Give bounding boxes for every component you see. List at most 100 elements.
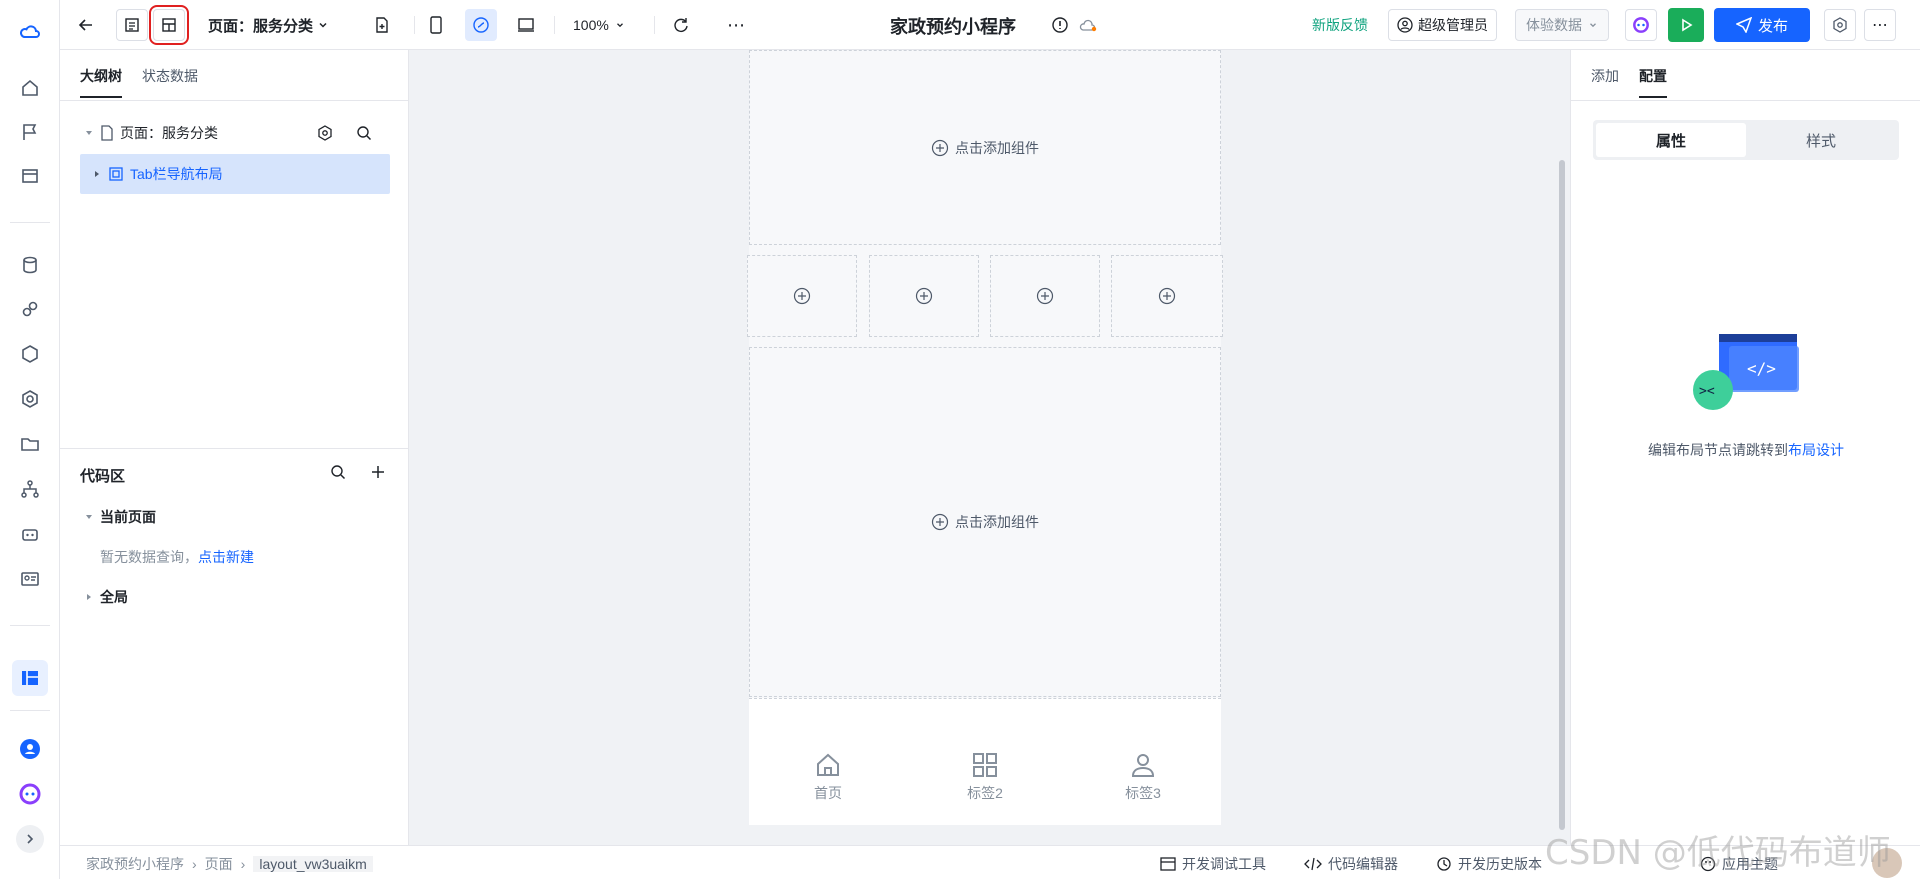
tree-node-label: Tab栏导航布局 (130, 166, 223, 182)
empty-query-text: 暂无数据查询， (100, 549, 198, 565)
config-panel: 添加 配置 属性 样式 </> >< 编辑布局节点请跳转到布局设计 (1570, 50, 1920, 879)
role-label: 超级管理员 (1418, 17, 1488, 33)
panel-divider (60, 448, 408, 449)
history-button[interactable]: 开发历史版本 (1436, 854, 1542, 874)
csdn-watermark: CSDN @低代码布道师 (1545, 833, 1891, 873)
dev-tools-button[interactable]: 开发调试工具 (1160, 854, 1266, 874)
property-style-switch: 属性 样式 (1593, 120, 1899, 160)
folder-search-icon[interactable] (16, 430, 44, 458)
layout-design-icon[interactable] (12, 660, 48, 696)
breadcrumb-separator-icon: › (240, 856, 246, 872)
caret-down-icon[interactable] (84, 128, 94, 138)
desktop-view-icon[interactable] (510, 9, 542, 41)
feedback-link[interactable]: 新版反馈 (1312, 9, 1368, 41)
history-label: 开发历史版本 (1458, 856, 1542, 872)
expand-rail-icon[interactable] (16, 825, 44, 853)
tab-item-2[interactable]: 标签2 (945, 751, 1025, 803)
layout-template-icon[interactable] (149, 5, 189, 45)
grid-cell-dropzone[interactable] (1111, 255, 1223, 337)
new-page-icon[interactable] (366, 9, 398, 41)
cloud-logo-icon[interactable] (16, 18, 44, 46)
flag-icon[interactable] (16, 118, 44, 146)
back-arrow-icon[interactable] (70, 9, 102, 41)
grid-cell-dropzone[interactable] (747, 255, 857, 337)
tab-state-data[interactable]: 状态数据 (142, 66, 198, 98)
tab-add[interactable]: 添加 (1591, 66, 1619, 98)
layout-hint: 编辑布局节点请跳转到布局设计 (1571, 440, 1920, 460)
tab-item-home[interactable]: 首页 (788, 751, 868, 803)
global-label: 全局 (100, 589, 128, 605)
tree-search-icon[interactable] (348, 117, 380, 149)
data-env-select[interactable]: 体验数据 (1515, 9, 1609, 41)
grid-cell-dropzone[interactable] (990, 255, 1100, 337)
id-card-icon[interactable] (16, 565, 44, 593)
tree-settings-icon[interactable] (309, 117, 341, 149)
page-selector[interactable]: 页面：服务分类 (208, 9, 329, 41)
api-icon[interactable] (16, 340, 44, 368)
page-list-icon[interactable] (116, 9, 148, 41)
mobile-view-icon[interactable] (420, 9, 452, 41)
more-options-icon[interactable]: ⋯ (720, 9, 752, 41)
run-preview-button[interactable] (1668, 8, 1704, 42)
code-add-icon[interactable] (362, 456, 394, 488)
zoom-selector[interactable]: 100% (573, 9, 625, 41)
tab-config[interactable]: 配置 (1639, 66, 1667, 98)
tree-page-row[interactable]: 页面：服务分类 (84, 118, 218, 148)
caret-right-icon[interactable] (92, 169, 102, 179)
outline-tabs: 大纲树 状态数据 (80, 66, 198, 98)
breadcrumb-app[interactable]: 家政预约小程序 (86, 854, 184, 874)
svg-text:</>: </> (1747, 359, 1776, 378)
segment-properties[interactable]: 属性 (1596, 123, 1746, 157)
tree-page-label: 页面：服务分类 (120, 125, 218, 141)
left-rail (0, 0, 60, 879)
user-avatar-icon[interactable] (16, 735, 44, 763)
miniprogram-view-icon[interactable] (465, 9, 497, 41)
workflow-icon[interactable] (16, 475, 44, 503)
breadcrumb-layout[interactable]: layout_vw3uaikm (253, 856, 373, 872)
ai-assistant-icon[interactable] (16, 780, 44, 808)
refresh-icon[interactable] (665, 9, 697, 41)
code-search-icon[interactable] (322, 456, 354, 488)
cloud-sync-icon[interactable] (1072, 9, 1104, 41)
hexagon-icon[interactable] (16, 385, 44, 413)
current-page-row[interactable]: 当前页面 (84, 502, 156, 532)
home-icon (817, 753, 839, 776)
tab-bar: 首页 标签2 标签3 (749, 698, 1221, 825)
tab-item-3[interactable]: 标签3 (1103, 751, 1183, 803)
rail-divider (10, 710, 50, 711)
caret-right-icon[interactable] (84, 592, 94, 602)
breadcrumb-separator-icon: › (192, 856, 197, 872)
tab-home-label: 首页 (814, 785, 842, 801)
more-menu-button[interactable]: ⋯ (1864, 9, 1896, 41)
publish-button[interactable]: 发布 (1714, 8, 1810, 42)
code-area-title: 代码区 (80, 468, 126, 485)
ai-assistant-button[interactable] (1625, 9, 1657, 41)
robot-icon[interactable] (16, 520, 44, 548)
segment-style[interactable]: 样式 (1746, 123, 1896, 157)
global-row[interactable]: 全局 (84, 582, 128, 612)
toolbar-divider (414, 16, 415, 34)
canvas-scrollbar[interactable] (1559, 160, 1565, 830)
design-canvas: 点击添加组件 点击添加组件 首页 标签2 标签3 (409, 50, 1570, 845)
code-icon (1304, 857, 1322, 871)
link-icon[interactable] (16, 295, 44, 323)
role-button[interactable]: 超级管理员 (1388, 9, 1497, 41)
grid-cell-dropzone[interactable] (869, 255, 979, 337)
add-component-label: 点击添加组件 (955, 139, 1039, 156)
outline-panel: 大纲树 状态数据 页面：服务分类 Tab栏导航布局 代码区 当前页面 暂无数据查… (60, 50, 409, 845)
caret-down-icon[interactable] (84, 512, 94, 522)
layout-design-link[interactable]: 布局设计 (1788, 442, 1844, 458)
code-editor-button[interactable]: 代码编辑器 (1304, 854, 1398, 874)
create-query-link[interactable]: 点击新建 (198, 547, 254, 567)
store-icon[interactable] (16, 162, 44, 190)
middle-dropzone[interactable]: 点击添加组件 (749, 347, 1221, 697)
breadcrumb-page[interactable]: 页面 (205, 854, 233, 874)
home-icon[interactable] (16, 74, 44, 102)
tab-outline-tree[interactable]: 大纲树 (80, 66, 122, 98)
zoom-label: 100% (573, 17, 609, 33)
top-dropzone[interactable]: 点击添加组件 (749, 50, 1221, 245)
settings-button[interactable] (1824, 9, 1856, 41)
database-icon[interactable] (16, 251, 44, 279)
plus-circle-icon (915, 287, 933, 305)
tree-node-tab-layout[interactable]: Tab栏导航布局 (80, 154, 390, 194)
